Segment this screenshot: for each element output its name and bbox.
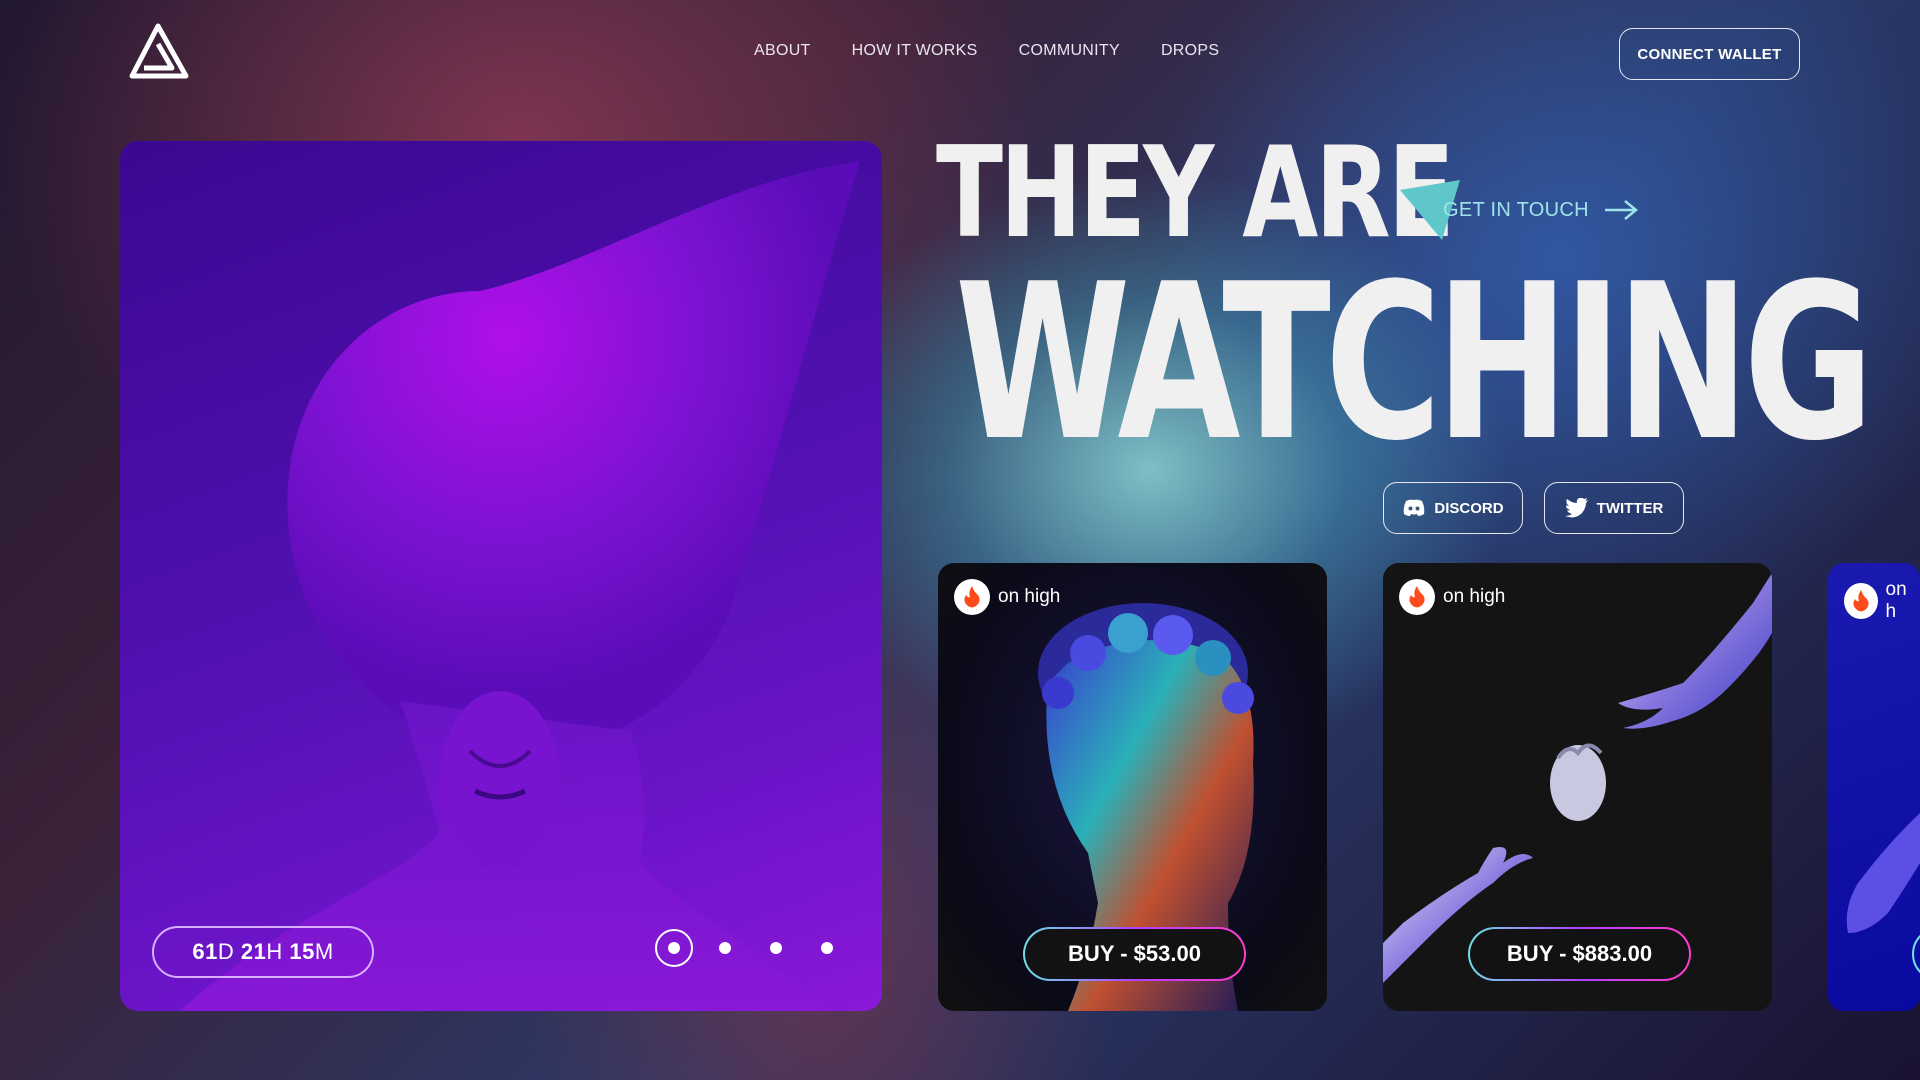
carousel-dot-1[interactable] <box>655 929 693 967</box>
carousel-dot-2[interactable] <box>719 942 731 954</box>
twitter-label: TWITTER <box>1596 499 1664 517</box>
nav-how-it-works-link[interactable]: HOW IT WORKS <box>852 42 978 60</box>
nft-tag-label: on high <box>1443 586 1506 607</box>
buy-button[interactable]: BUY - $883.00 <box>1468 927 1691 981</box>
nft-artwork-image <box>1846 813 1920 933</box>
fire-icon <box>1844 583 1878 619</box>
twitter-button[interactable]: TWITTER <box>1544 482 1684 534</box>
carousel-pagination <box>655 929 872 967</box>
main-nav: ABOUT HOW IT WORKS COMMUNITY DROPS <box>754 42 1219 60</box>
auction-countdown-timer: 61 D 21 H 15 M <box>152 926 374 978</box>
carousel-dot-4[interactable] <box>821 942 833 954</box>
nft-card[interactable]: on high BUY - $53.00 <box>938 563 1327 1011</box>
get-in-touch-label: GET IN TOUCH <box>1443 198 1589 221</box>
hero-artwork-card: 61 D 21 H 15 M <box>120 141 882 1011</box>
arrow-right-icon <box>1604 200 1638 220</box>
nav-about-link[interactable]: ABOUT <box>754 42 811 60</box>
hero-artwork-image <box>180 161 860 1011</box>
discord-button[interactable]: DISCORD <box>1383 482 1523 534</box>
nft-card[interactable]: on h <box>1828 563 1920 1011</box>
nft-tag: on high <box>1399 579 1505 615</box>
carousel-dot-3[interactable] <box>770 942 782 954</box>
buy-button[interactable]: BUY - $53.00 <box>1023 927 1246 981</box>
nft-tag-label: on h <box>1885 579 1907 622</box>
get-in-touch-link[interactable]: GET IN TOUCH <box>1398 178 1639 242</box>
connect-wallet-button[interactable]: CONNECT WALLET <box>1619 28 1800 80</box>
nft-card[interactable]: on high BUY - $883.00 <box>1383 563 1772 1011</box>
nav-drops-link[interactable]: DROPS <box>1161 42 1219 60</box>
headline-line-2: WATCHING <box>955 237 1874 488</box>
twitter-icon <box>1564 498 1588 518</box>
fire-icon <box>954 579 990 615</box>
discord-icon <box>1404 499 1425 516</box>
fire-icon <box>1399 579 1435 615</box>
nft-tag: on h <box>1844 579 1920 623</box>
brand-logo[interactable] <box>128 22 192 80</box>
discord-label: DISCORD <box>1434 499 1504 517</box>
nft-tag: on high <box>954 579 1060 615</box>
nav-community-link[interactable]: COMMUNITY <box>1019 42 1120 60</box>
nft-tag-label: on high <box>998 586 1061 607</box>
